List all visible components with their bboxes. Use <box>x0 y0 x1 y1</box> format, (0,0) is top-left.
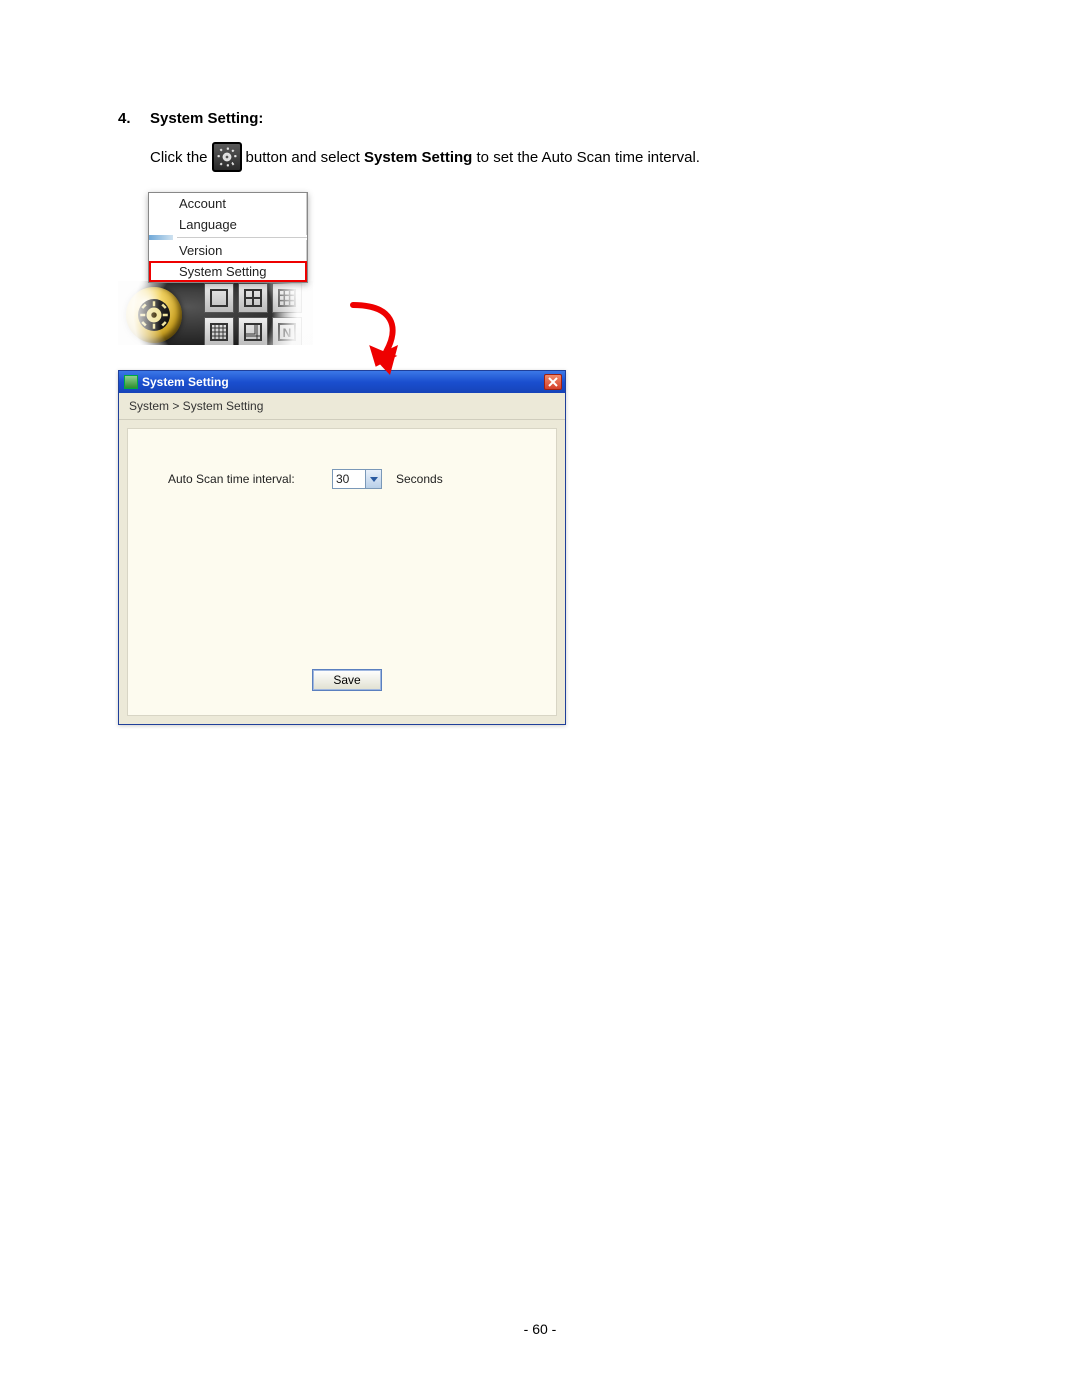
dialog-title: System Setting <box>142 375 229 389</box>
dialog-body: Auto Scan time interval: 30 Seconds Save <box>127 428 557 716</box>
instruction-pre: Click the <box>150 149 208 166</box>
scan-interval-units: Seconds <box>396 472 443 486</box>
context-menu: Account Language Version System Setting <box>148 192 308 283</box>
settings-gear-button[interactable] <box>126 287 182 343</box>
system-setting-dialog: System Setting System > System Setting A… <box>118 370 566 725</box>
scan-interval-label: Auto Scan time interval: <box>168 472 318 486</box>
page-number: - 60 - <box>0 1321 1080 1337</box>
section-heading: 4. System Setting: <box>118 110 962 127</box>
toolbar-strip: N <box>118 281 313 345</box>
layout-n-button[interactable]: N <box>272 317 302 345</box>
menu-item-version[interactable]: Version <box>149 240 307 261</box>
layout-4x4-button[interactable] <box>204 317 234 345</box>
layout-mixed-button[interactable] <box>238 317 268 345</box>
menu-item-system-setting[interactable]: System Setting <box>149 261 307 282</box>
layout-2x2-button[interactable] <box>238 283 268 313</box>
app-icon <box>124 375 138 389</box>
arrow-icon <box>338 297 408 382</box>
instruction-text: Click the button and select System Setti… <box>150 142 962 172</box>
svg-text:N: N <box>283 326 292 340</box>
gear-icon <box>139 300 169 330</box>
gear-icon <box>212 142 242 172</box>
layout-3x3-button[interactable] <box>272 283 302 313</box>
heading-number: 4. <box>118 110 138 127</box>
scan-interval-select[interactable]: 30 <box>332 469 382 489</box>
instruction-bold: System Setting <box>364 149 472 166</box>
save-button[interactable]: Save <box>312 669 382 691</box>
instruction-mid: button and select <box>246 149 360 166</box>
close-button[interactable] <box>544 374 562 390</box>
layout-1x1-button[interactable] <box>204 283 234 313</box>
instruction-post: to set the Auto Scan time interval. <box>477 149 700 166</box>
menu-item-account[interactable]: Account <box>149 193 307 214</box>
menu-screenshot: Account Language Version System Setting <box>118 192 313 345</box>
menu-separator <box>177 237 307 238</box>
breadcrumb: System > System Setting <box>119 393 565 420</box>
menu-item-language[interactable]: Language <box>149 214 307 235</box>
scan-interval-value: 30 <box>333 472 365 486</box>
close-icon <box>548 377 558 387</box>
heading-title: System Setting: <box>150 110 263 127</box>
chevron-down-icon <box>365 470 381 488</box>
